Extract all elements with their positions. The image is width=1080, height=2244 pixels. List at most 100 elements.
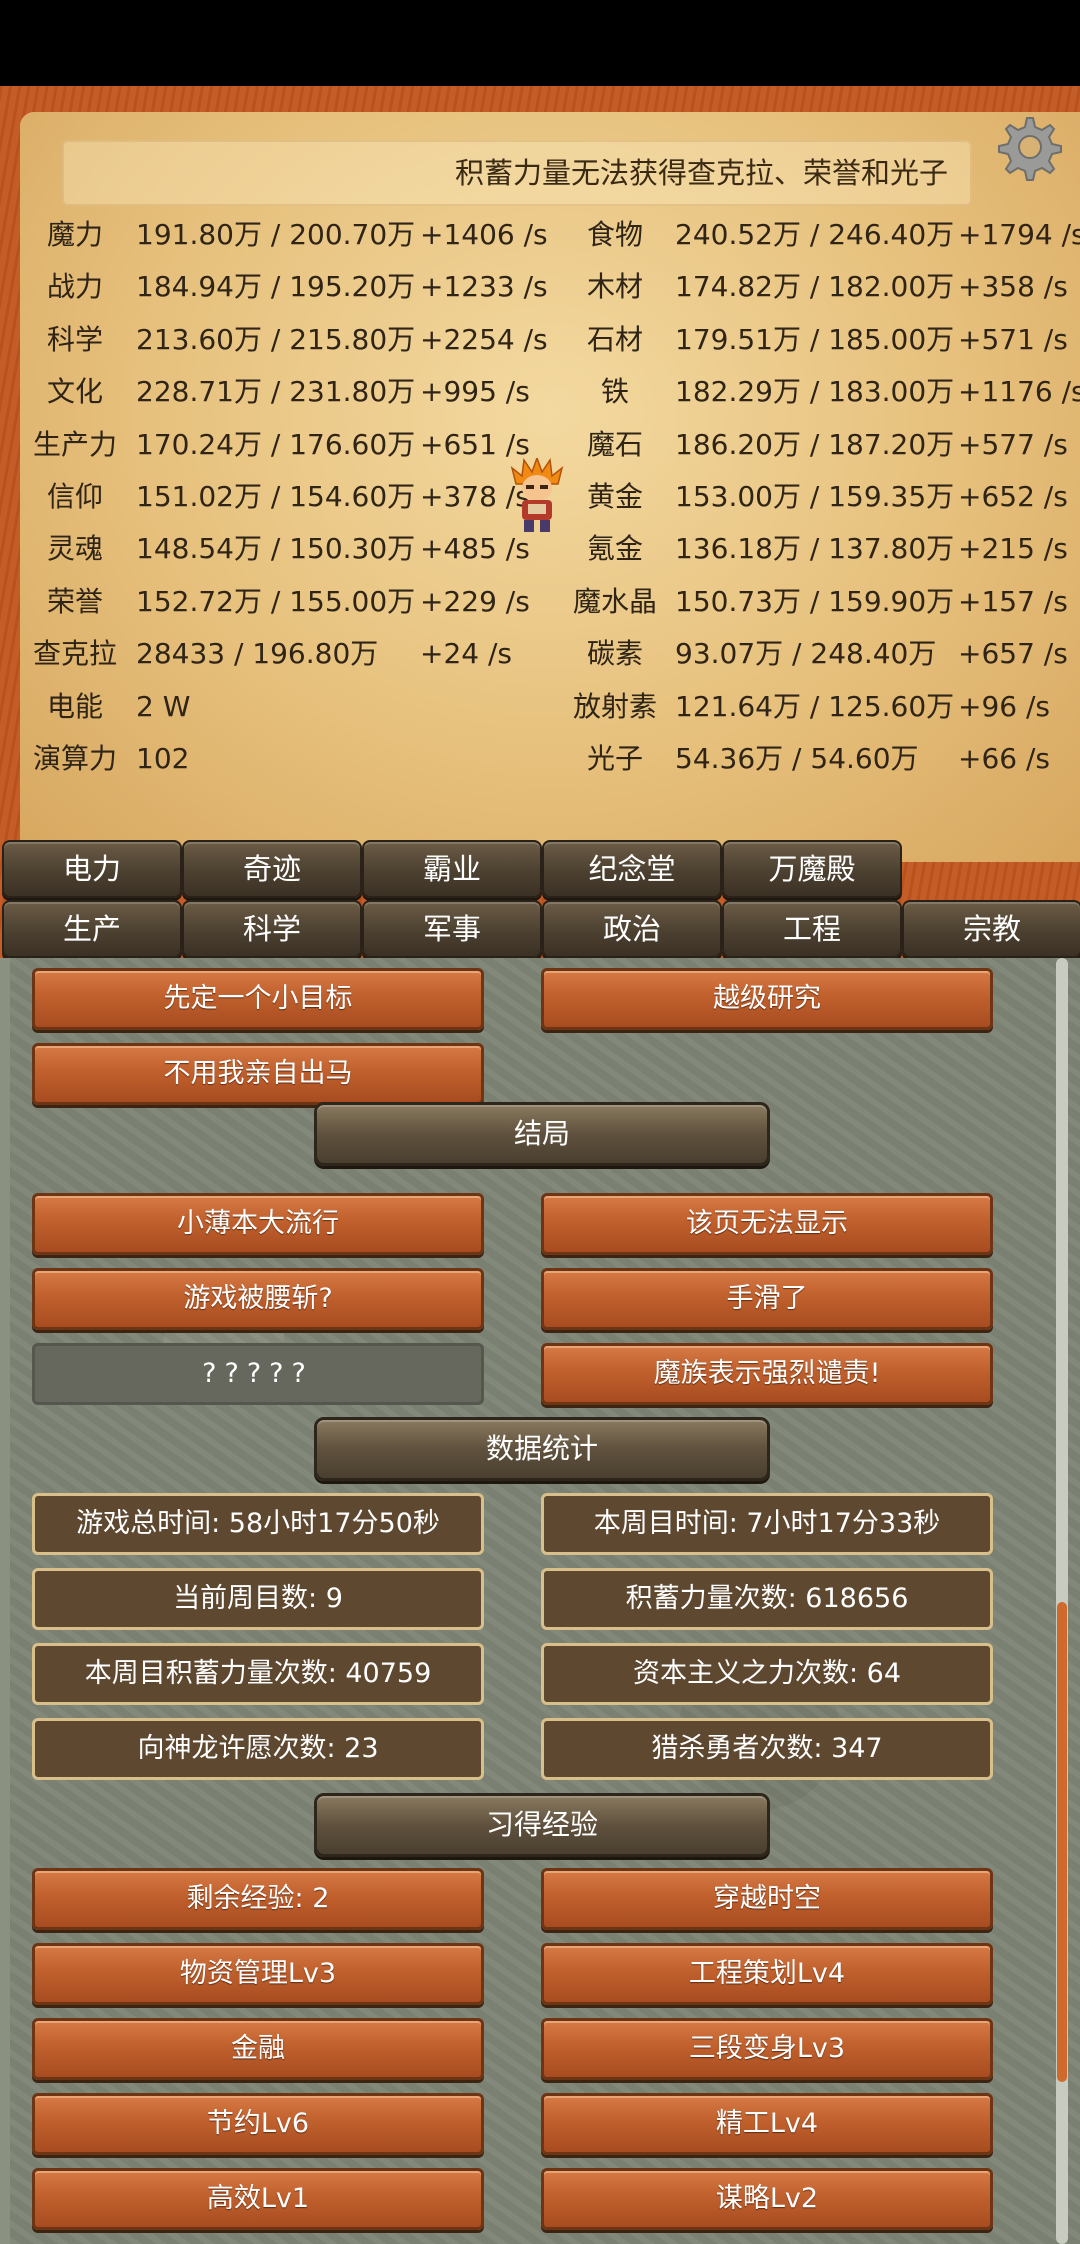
resource-value: 191.80万 / 200.70万 xyxy=(136,218,416,251)
resource-rate: +1794 /s xyxy=(958,218,1080,251)
stat-dragon-wish-count: 向神龙许愿次数: 23 xyxy=(32,1718,484,1780)
ending-button[interactable]: 小薄本大流行 xyxy=(32,1193,484,1255)
experience-button[interactable]: 三段变身Lv3 xyxy=(541,2018,993,2080)
resource-name: 灵魂 xyxy=(46,532,103,565)
resource-value: 151.02万 / 154.60万 xyxy=(136,480,416,513)
ending-button[interactable]: 魔族表示强烈谴责! xyxy=(541,1343,993,1405)
achievement-button[interactable]: 越级研究 xyxy=(541,968,993,1030)
tab-engineering[interactable]: 工程 xyxy=(722,900,902,958)
resource-name: 荣誉 xyxy=(46,585,103,618)
resource-rate: +652 /s xyxy=(958,480,1068,513)
resource-name: 铁 xyxy=(600,375,629,408)
tab-pandemonium[interactable]: 万魔殿 xyxy=(722,840,902,898)
resource-name: 文化 xyxy=(46,375,103,408)
resource-name: 木材 xyxy=(586,270,643,303)
stat-total-time: 游戏总时间: 58小时17分50秒 xyxy=(32,1493,484,1555)
resource-name: 魔力 xyxy=(46,218,103,251)
resource-name: 科学 xyxy=(46,323,103,356)
resource-rate: +651 /s xyxy=(420,428,530,461)
stat-cycle-charge-count: 本周目积蓄力量次数: 40759 xyxy=(32,1643,484,1705)
experience-button[interactable]: 剩余经验: 2 xyxy=(32,1868,484,1930)
resource-name: 光子 xyxy=(586,742,643,775)
resource-value: 102 xyxy=(136,742,190,775)
hero-sprite-icon[interactable] xyxy=(508,458,566,534)
experience-button[interactable]: 精工Lv4 xyxy=(541,2093,993,2155)
locked-ending-button[interactable]: ????? xyxy=(32,1343,484,1405)
stat-charge-count: 积蓄力量次数: 618656 xyxy=(541,1568,993,1630)
resource-name: 石材 xyxy=(586,323,643,356)
experience-button[interactable]: 节约Lv6 xyxy=(32,2093,484,2155)
notice-text: 积蓄力量无法获得查克拉、荣誉和光子 xyxy=(454,156,948,190)
section-header-stats: 数据统计 xyxy=(314,1417,770,1481)
tab-hegemony[interactable]: 霸业 xyxy=(362,840,542,898)
resource-name: 查克拉 xyxy=(32,637,117,670)
resource-value: 2 W xyxy=(136,690,191,723)
resource-rate: +157 /s xyxy=(958,585,1068,618)
resource-rate: +577 /s xyxy=(958,428,1068,461)
resource-rate: +96 /s xyxy=(958,690,1051,723)
resource-value: 54.36万 / 54.60万 xyxy=(675,742,919,775)
tab-production[interactable]: 生产 xyxy=(2,900,182,958)
ending-button[interactable]: 手滑了 xyxy=(541,1268,993,1330)
gear-icon[interactable] xyxy=(992,112,1062,182)
resource-value: 174.82万 / 182.00万 xyxy=(675,270,955,303)
resource-name: 氪金 xyxy=(586,532,643,565)
resource-value: 153.00万 / 159.35万 xyxy=(675,480,955,513)
resource-value: 170.24万 / 176.60万 xyxy=(136,428,416,461)
resource-rate: +24 /s xyxy=(420,637,513,670)
experience-button[interactable]: 工程策划Lv4 xyxy=(541,1943,993,2005)
tab-science[interactable]: 科学 xyxy=(182,900,362,958)
resource-value: 93.07万 / 248.40万 xyxy=(675,637,937,670)
experience-button[interactable]: 物资管理Lv3 xyxy=(32,1943,484,2005)
stat-hero-kill-count: 猎杀勇者次数: 347 xyxy=(541,1718,993,1780)
experience-button[interactable]: 穿越时空 xyxy=(541,1868,993,1930)
tab-religion[interactable]: 宗教 xyxy=(902,900,1080,958)
resource-name: 食物 xyxy=(586,218,643,251)
status-bar xyxy=(0,0,1080,86)
tab-electricity[interactable]: 电力 xyxy=(2,840,182,898)
resource-rate: +571 /s xyxy=(958,323,1068,356)
resource-value: 28433 / 196.80万 xyxy=(136,637,379,670)
resource-name: 战力 xyxy=(46,270,103,303)
resource-rate: +1406 /s xyxy=(420,218,548,251)
tab-military[interactable]: 军事 xyxy=(362,900,542,958)
resource-value: 121.64万 / 125.60万 xyxy=(675,690,955,723)
resource-name: 放射素 xyxy=(572,690,657,723)
resource-rate: +657 /s xyxy=(958,637,1068,670)
ending-button[interactable]: 游戏被腰斩? xyxy=(32,1268,484,1330)
resource-value: 184.94万 / 195.20万 xyxy=(136,270,416,303)
resource-name: 电能 xyxy=(46,690,103,723)
experience-button[interactable]: 金融 xyxy=(32,2018,484,2080)
resource-value: 213.60万 / 215.80万 xyxy=(136,323,416,356)
resource-rate: +1233 /s xyxy=(420,270,548,303)
resource-rate: +2254 /s xyxy=(420,323,548,356)
stat-capital-count: 资本主义之力次数: 64 xyxy=(541,1643,993,1705)
resource-name: 魔水晶 xyxy=(572,585,657,618)
experience-button[interactable]: 谋略Lv2 xyxy=(541,2168,993,2230)
resource-value: 186.20万 / 187.20万 xyxy=(675,428,955,461)
stat-cycle-count: 当前周目数: 9 xyxy=(32,1568,484,1630)
tab-wonders[interactable]: 奇迹 xyxy=(182,840,362,898)
ending-button[interactable]: 该页无法显示 xyxy=(541,1193,993,1255)
resource-rate: +66 /s xyxy=(958,742,1051,775)
achievement-button[interactable]: 先定一个小目标 xyxy=(32,968,484,1030)
section-header-experience: 习得经验 xyxy=(314,1793,770,1857)
resource-value: 240.52万 / 246.40万 xyxy=(675,218,955,251)
tab-memorial-hall[interactable]: 纪念堂 xyxy=(542,840,722,898)
resource-name: 黄金 xyxy=(586,480,643,513)
resource-value: 150.73万 / 159.90万 xyxy=(675,585,955,618)
scrollbar-thumb[interactable] xyxy=(1057,1602,1067,2082)
resource-rate: +1176 /s xyxy=(958,375,1080,408)
resource-rate: +215 /s xyxy=(958,532,1068,565)
resource-name: 生产力 xyxy=(32,428,117,461)
resource-value: 148.54万 / 150.30万 xyxy=(136,532,416,565)
section-header-ending: 结局 xyxy=(314,1102,770,1166)
achievement-button[interactable]: 不用我亲自出马 xyxy=(32,1043,484,1105)
resource-value: 228.71万 / 231.80万 xyxy=(136,375,416,408)
stat-cycle-time: 本周目时间: 7小时17分33秒 xyxy=(541,1493,993,1555)
resource-rate: +485 /s xyxy=(420,532,530,565)
experience-button[interactable]: 高效Lv1 xyxy=(32,2168,484,2230)
tab-politics[interactable]: 政治 xyxy=(542,900,722,958)
resource-name: 魔石 xyxy=(586,428,643,461)
resource-value: 182.29万 / 183.00万 xyxy=(675,375,955,408)
